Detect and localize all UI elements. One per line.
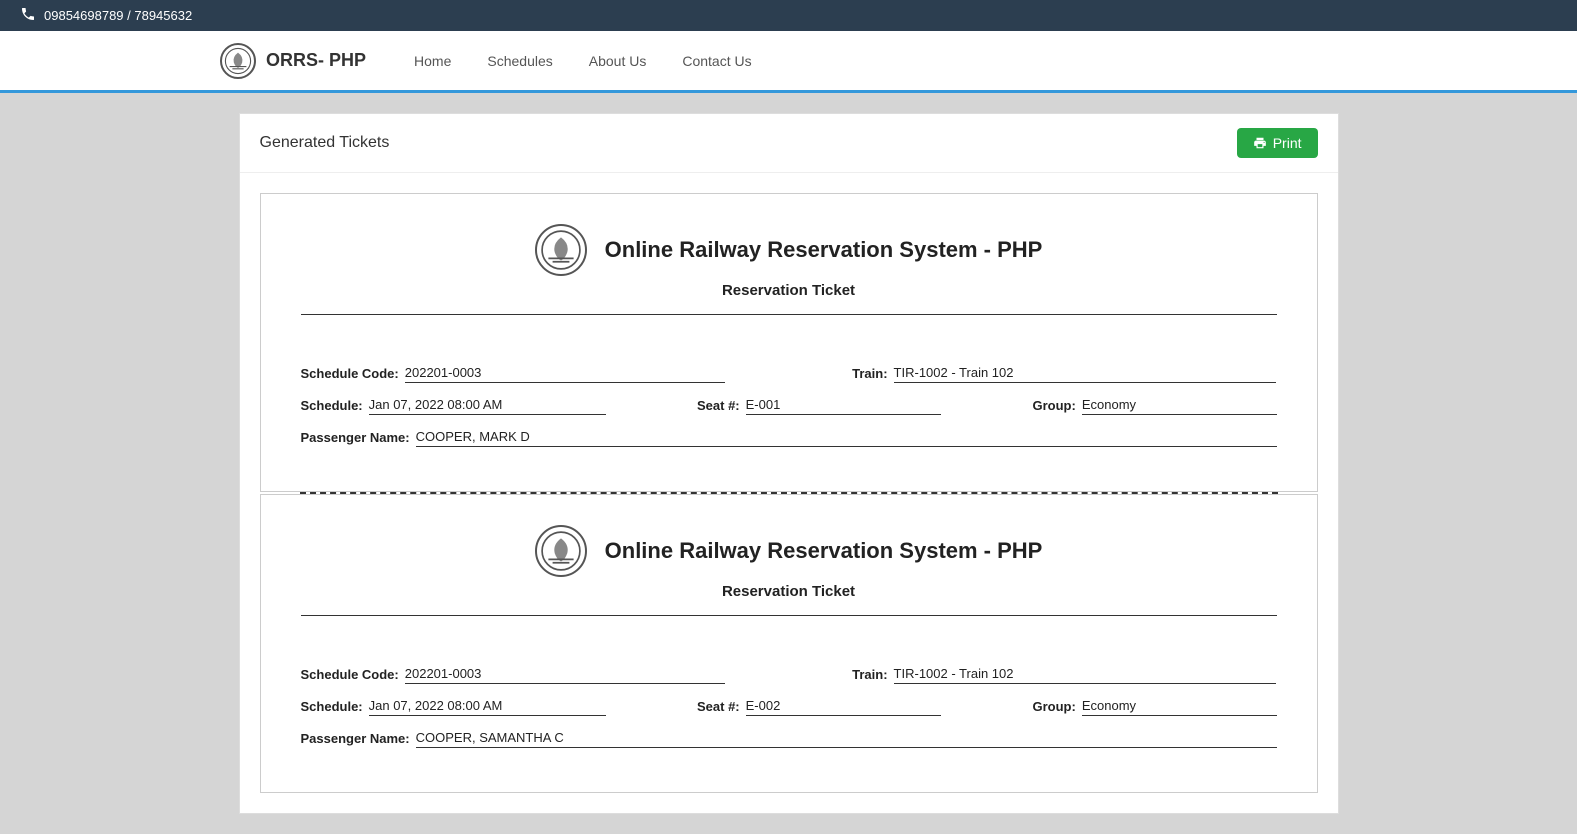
ticket-1-schedule-code-label: Schedule Code: <box>301 366 399 383</box>
ticket-2-group-label: Group: <box>1033 699 1076 716</box>
ticket-1-group-label: Group: <box>1033 398 1076 415</box>
ticket-1-seat-value: E-001 <box>746 397 941 415</box>
ticket-1-passenger-label: Passenger Name: <box>301 430 410 447</box>
ticket-2-schedule-code-value: 202201-0003 <box>405 666 725 684</box>
ticket-2-passenger-value: COOPER, SAMANTHA C <box>416 730 1277 748</box>
nav-contact[interactable]: Contact Us <box>664 33 769 89</box>
ticket-2-row-3: Passenger Name: COOPER, SAMANTHA C <box>301 730 1277 748</box>
ticket-1-train-value: TIR-1002 - Train 102 <box>894 365 1277 383</box>
ticket-2-title: Online Railway Reservation System - PHP <box>605 538 1043 564</box>
ticket-2-train-value: TIR-1002 - Train 102 <box>894 666 1277 684</box>
ticket-1-body: Schedule Code: 202201-0003 Train: TIR-10… <box>301 335 1277 447</box>
ticket-1-group-field: Group: Economy <box>1033 397 1277 415</box>
ticket-2-schedule-label: Schedule: <box>301 699 363 716</box>
print-button[interactable]: Print <box>1237 128 1318 158</box>
main-content: Generated Tickets Print <box>239 113 1339 814</box>
print-label: Print <box>1273 135 1302 151</box>
navbar-logo <box>220 43 256 79</box>
top-bar: 09854698789 / 78945632 <box>0 0 1577 31</box>
phone-number: 09854698789 / 78945632 <box>44 8 192 23</box>
ticket-1-passenger-value: COOPER, MARK D <box>416 429 1277 447</box>
ticket-1-schedule-code-value: 202201-0003 <box>405 365 725 383</box>
ticket-1-header-inner: Online Railway Reservation System - PHP <box>535 224 1043 276</box>
ticket-1-train-label: Train: <box>852 366 887 383</box>
ticket-2-seat-field: Seat #: E-002 <box>697 698 941 716</box>
ticket-2-body: Schedule Code: 202201-0003 Train: TIR-10… <box>301 636 1277 748</box>
page-header: Generated Tickets Print <box>240 114 1338 173</box>
ticket-1: Online Railway Reservation System - PHP … <box>260 193 1318 492</box>
ticket-2-header-inner: Online Railway Reservation System - PHP <box>535 525 1043 577</box>
ticket-2-seat-label: Seat #: <box>697 699 740 716</box>
ticket-1-schedule-code-field: Schedule Code: 202201-0003 <box>301 365 725 383</box>
ticket-2-passenger-field: Passenger Name: COOPER, SAMANTHA C <box>301 730 1277 748</box>
ticket-2-subtitle: Reservation Ticket <box>722 583 855 600</box>
ticket-2-schedule-field: Schedule: Jan 07, 2022 08:00 AM <box>301 698 606 716</box>
ticket-1-row-3: Passenger Name: COOPER, MARK D <box>301 429 1277 447</box>
page-container: Generated Tickets Print <box>239 113 1339 814</box>
phone-icon <box>20 6 36 25</box>
ticket-1-schedule-value: Jan 07, 2022 08:00 AM <box>369 397 606 415</box>
ticket-2-seat-value: E-002 <box>746 698 941 716</box>
ticket-2-train-field: Train: TIR-1002 - Train 102 <box>852 666 1276 684</box>
ticket-2: Online Railway Reservation System - PHP … <box>260 494 1318 793</box>
ticket-1-seat-label: Seat #: <box>697 398 740 415</box>
tickets-area: Online Railway Reservation System - PHP … <box>240 173 1338 813</box>
ticket-2-header: Online Railway Reservation System - PHP … <box>301 525 1277 616</box>
ticket-1-schedule-field: Schedule: Jan 07, 2022 08:00 AM <box>301 397 606 415</box>
navbar-links: Home Schedules About Us Contact Us <box>396 33 770 89</box>
ticket-1-header: Online Railway Reservation System - PHP … <box>301 224 1277 315</box>
ticket-2-train-label: Train: <box>852 667 887 684</box>
nav-about[interactable]: About Us <box>571 33 665 89</box>
ticket-2-row-2: Schedule: Jan 07, 2022 08:00 AM Seat #: … <box>301 698 1277 716</box>
ticket-1-row-2: Schedule: Jan 07, 2022 08:00 AM Seat #: … <box>301 397 1277 415</box>
ticket-1-title: Online Railway Reservation System - PHP <box>605 237 1043 263</box>
brand-name: ORRS- PHP <box>266 50 366 71</box>
ticket-1-logo <box>535 224 587 276</box>
ticket-1-group-value: Economy <box>1082 397 1277 415</box>
ticket-1-seat-field: Seat #: E-001 <box>697 397 941 415</box>
ticket-1-subtitle: Reservation Ticket <box>722 282 855 299</box>
navbar: ORRS- PHP Home Schedules About Us Contac… <box>0 31 1577 93</box>
ticket-1-passenger-field: Passenger Name: COOPER, MARK D <box>301 429 1277 447</box>
ticket-2-schedule-code-field: Schedule Code: 202201-0003 <box>301 666 725 684</box>
page-title: Generated Tickets <box>260 134 390 152</box>
ticket-2-passenger-label: Passenger Name: <box>301 731 410 748</box>
ticket-1-schedule-label: Schedule: <box>301 398 363 415</box>
ticket-2-schedule-code-label: Schedule Code: <box>301 667 399 684</box>
ticket-2-schedule-value: Jan 07, 2022 08:00 AM <box>369 698 606 716</box>
ticket-2-logo <box>535 525 587 577</box>
ticket-2-group-field: Group: Economy <box>1033 698 1277 716</box>
nav-home[interactable]: Home <box>396 33 469 89</box>
ticket-2-row-1: Schedule Code: 202201-0003 Train: TIR-10… <box>301 666 1277 684</box>
ticket-1-train-field: Train: TIR-1002 - Train 102 <box>852 365 1276 383</box>
nav-schedules[interactable]: Schedules <box>469 33 570 89</box>
ticket-2-group-value: Economy <box>1082 698 1277 716</box>
navbar-brand[interactable]: ORRS- PHP <box>220 43 366 79</box>
ticket-1-row-1: Schedule Code: 202201-0003 Train: TIR-10… <box>301 365 1277 383</box>
